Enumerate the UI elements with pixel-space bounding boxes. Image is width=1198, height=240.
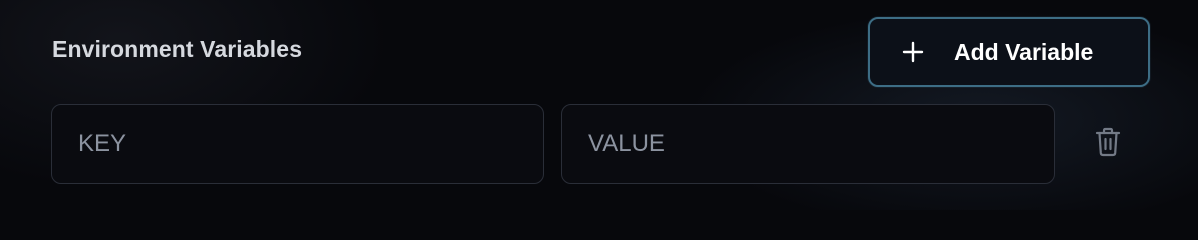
variable-row-value-field[interactable] bbox=[561, 104, 1055, 184]
delete-variable-button[interactable] bbox=[1090, 126, 1126, 162]
section-title: Environment Variables bbox=[52, 36, 303, 62]
plus-icon bbox=[902, 41, 924, 63]
add-variable-button[interactable]: Add Variable bbox=[868, 17, 1150, 87]
add-variable-label: Add Variable bbox=[954, 38, 1094, 65]
trash-icon bbox=[1095, 127, 1121, 162]
env-variables-panel: Environment Variables Add Variable bbox=[0, 0, 1198, 210]
value-input[interactable] bbox=[588, 130, 1054, 158]
variable-row-key-field[interactable] bbox=[51, 104, 544, 184]
key-input[interactable] bbox=[78, 130, 543, 158]
